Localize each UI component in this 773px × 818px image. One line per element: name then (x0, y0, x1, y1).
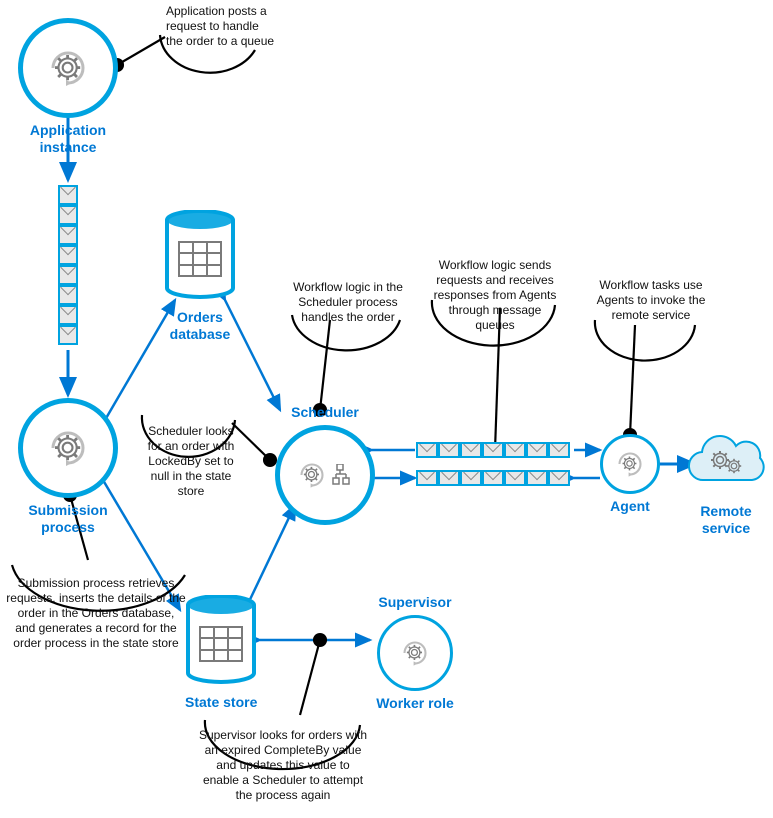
database-icon (186, 595, 256, 685)
note-app-instance: Application posts a request to handle th… (166, 4, 276, 49)
envelope-icon (548, 442, 570, 458)
gear-icon (298, 461, 326, 489)
submission-process-label: Submission process (18, 502, 118, 536)
envelope-icon (416, 470, 438, 486)
envelope-icon (460, 470, 482, 486)
envelope-icon (482, 442, 504, 458)
envelope-icon (460, 442, 482, 458)
envelope-icon (438, 470, 460, 486)
orders-database-node: Orders database (165, 210, 235, 343)
gear-icon (48, 48, 88, 88)
envelope-icon (438, 442, 460, 458)
supervisor-node: Supervisor Worker role (370, 590, 460, 711)
supervisor-label: Supervisor (370, 594, 460, 611)
envelope-icon (504, 470, 526, 486)
agent-circle (600, 434, 660, 494)
agent-node: Agent (600, 434, 660, 515)
gear-icon (401, 639, 429, 667)
application-instance-label: Application instance (18, 122, 118, 156)
envelope-icon (548, 470, 570, 486)
remote-service-label: Remote service (682, 503, 770, 537)
remote-service-node: Remote service (682, 432, 770, 537)
envelope-icon (416, 442, 438, 458)
orders-database-label: Orders database (165, 309, 235, 343)
note-agent-tasks: Workflow tasks use Agents to invoke the … (596, 278, 706, 323)
envelope-icon (58, 325, 78, 345)
application-instance-node: Application instance (18, 18, 118, 156)
submission-process-circle (18, 398, 118, 498)
worker-role-label: Worker role (370, 695, 460, 711)
application-instance-circle (18, 18, 118, 118)
scheduler-to-agent-queue-bottom (416, 470, 570, 486)
note-scheduler-workflow: Workflow logic in the Scheduler process … (292, 280, 404, 325)
note-agent-queue: Workflow logic sends requests and receiv… (430, 258, 560, 333)
gear-icon (48, 428, 88, 468)
scheduler-circle (275, 425, 375, 525)
supervisor-circle (377, 615, 453, 691)
envelope-icon (482, 470, 504, 486)
scheduler-to-agent-queue-top (416, 442, 570, 458)
database-icon (165, 210, 235, 300)
scheduler-label: Scheduler (270, 404, 380, 421)
state-store-label: State store (185, 694, 257, 711)
envelope-icon (504, 442, 526, 458)
state-store-node: State store (185, 595, 257, 711)
envelope-icon (526, 442, 548, 458)
workflow-icon (332, 464, 352, 486)
cloud-icon (682, 432, 770, 494)
note-supervisor: Supervisor looks for orders with an expi… (198, 728, 368, 803)
envelope-icon (526, 470, 548, 486)
gear-icon (616, 450, 644, 478)
note-submission-process: Submission process retrieves requests, i… (6, 576, 186, 651)
agent-label: Agent (600, 498, 660, 515)
note-scheduler-lookup: Scheduler looks for an order with Locked… (142, 424, 240, 499)
app-to-submission-queue (58, 185, 78, 345)
scheduler-node: Scheduler (270, 400, 380, 525)
submission-process-node: Submission process (18, 398, 118, 536)
